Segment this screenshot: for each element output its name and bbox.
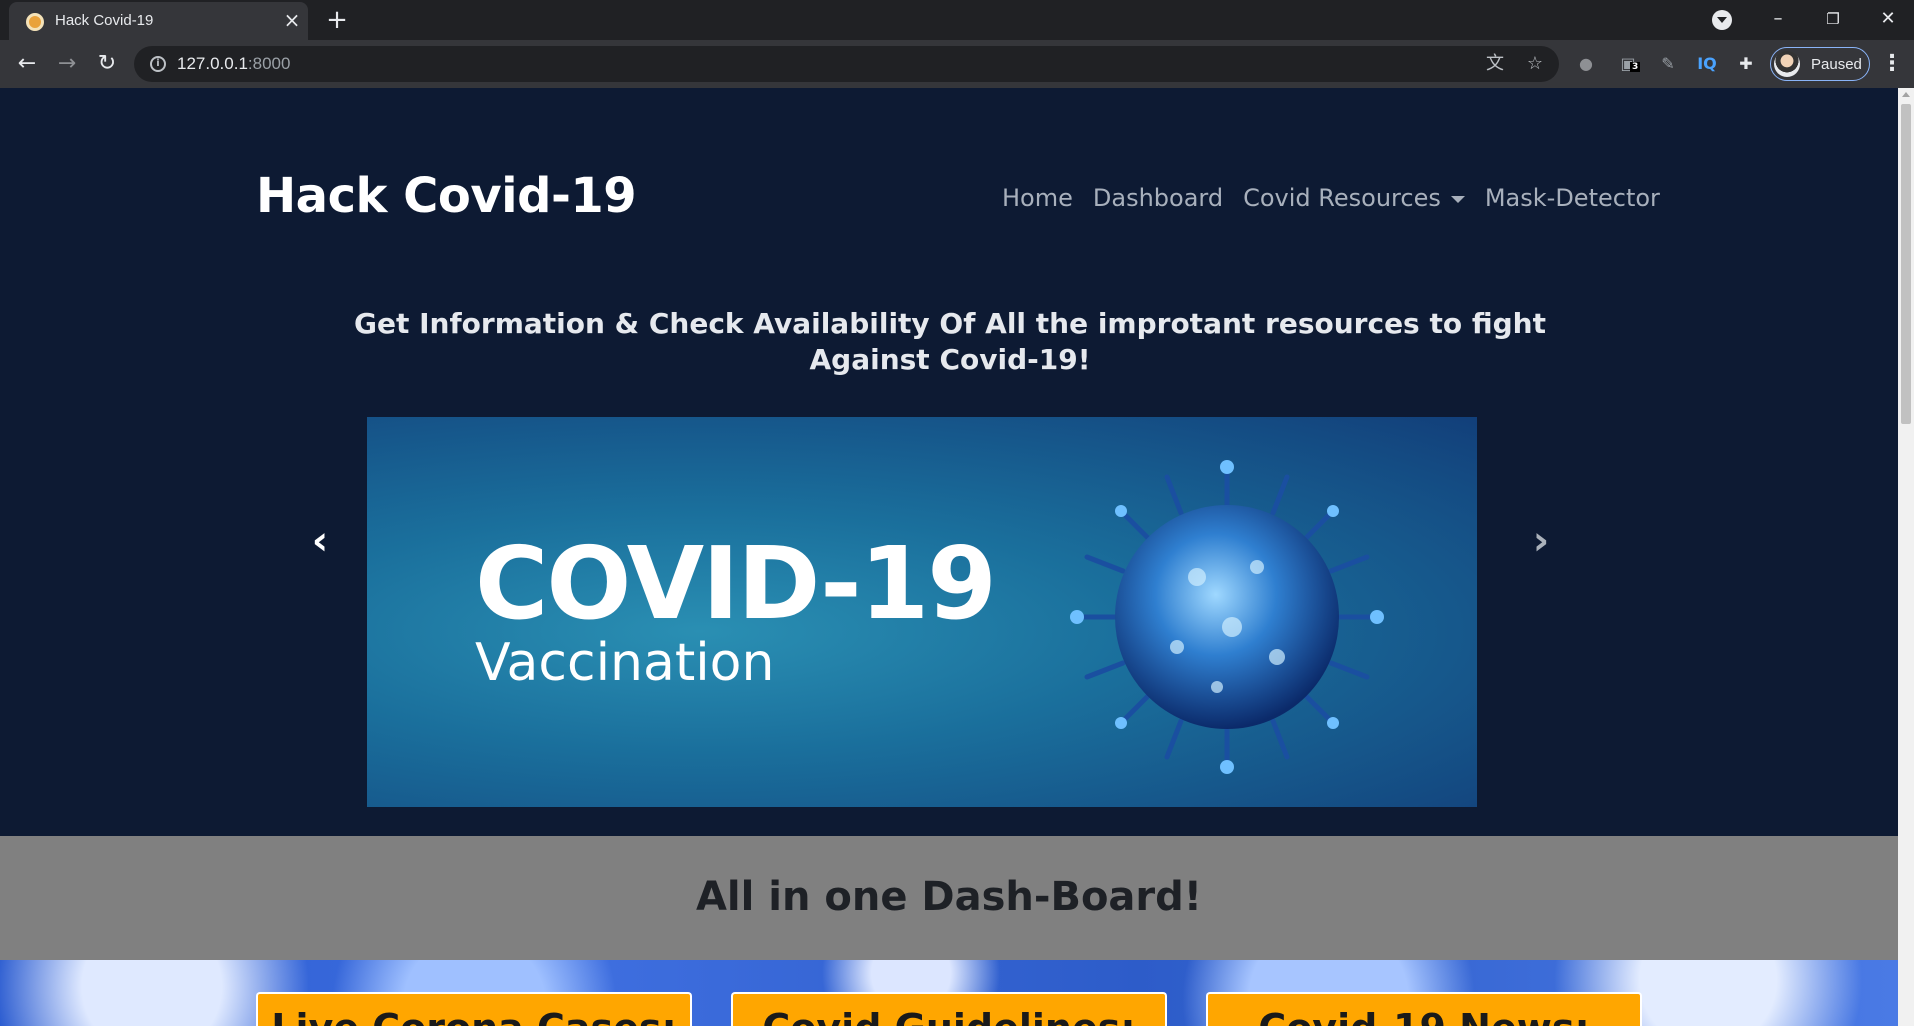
extension-iq-icon[interactable]: IQ: [1695, 52, 1719, 76]
card-live-corona-cases[interactable]: Live Corona Cases:: [256, 992, 692, 1026]
dashboard-section: All in one Dash-Board!: [0, 836, 1898, 960]
site-brand[interactable]: Hack Covid-19: [256, 168, 637, 224]
address-bar[interactable]: i 127.0.0.1:8000 文 ☆: [134, 46, 1559, 82]
card-label: Live Corona Cases:: [258, 1006, 690, 1026]
hero-headline: Get Information & Check Availability Of …: [354, 307, 1546, 376]
slide-subtitle: Vaccination: [475, 633, 775, 693]
nav-covid-resources-dropdown[interactable]: Covid Resources: [1243, 184, 1465, 214]
minimize-icon[interactable]: –: [1763, 6, 1793, 32]
carousel-prev-icon[interactable]: ‹: [300, 521, 340, 561]
browser-menu-icon[interactable]: ⋮: [1880, 50, 1904, 78]
bookmark-star-icon[interactable]: ☆: [1523, 52, 1547, 76]
browser-tab[interactable]: Hack Covid-19 ×: [9, 2, 308, 40]
nav-mask-detector[interactable]: Mask-Detector: [1485, 184, 1660, 214]
card-label: Covid Guidelines:: [733, 1006, 1165, 1026]
nav-home[interactable]: Home: [1002, 184, 1073, 214]
virus-icon: [1070, 460, 1384, 774]
dashboard-title: All in one Dash-Board!: [695, 874, 1203, 920]
nav-dashboard[interactable]: Dashboard: [1093, 184, 1223, 214]
site-favicon-icon: [26, 13, 44, 31]
extension-mouse-icon[interactable]: ●: [1574, 52, 1598, 76]
page-viewport: Hack Covid-19 Home Dashboard Covid Resou…: [0, 88, 1898, 1026]
scroll-up-icon[interactable]: [1902, 92, 1910, 97]
extension-pen-icon[interactable]: ✎: [1656, 52, 1680, 76]
chevron-down-icon: [1450, 195, 1465, 203]
card-covid-guidelines[interactable]: Covid Guidelines:: [731, 992, 1167, 1026]
main-nav: Home Dashboard Covid Resources Mask-Dete…: [1002, 184, 1660, 214]
card-label: Covid-19 News:: [1208, 1006, 1640, 1026]
avatar: [1774, 51, 1800, 77]
carousel-slide: COVID-19 Vaccination: [367, 417, 1477, 807]
site-info-icon[interactable]: i: [150, 56, 166, 72]
scroll-thumb[interactable]: [1901, 104, 1911, 424]
profile-status: Paused: [1811, 56, 1862, 73]
forward-icon[interactable]: →: [53, 50, 81, 78]
tab-strip: Hack Covid-19 × + – ❐ ✕: [0, 0, 1914, 40]
browser-toolbar: ← → ↻ i 127.0.0.1:8000 文 ☆ ● ▣ 3 ✎ IQ ✚ P…: [0, 40, 1914, 88]
extension-badge-icon[interactable]: ▣ 3: [1616, 52, 1641, 76]
slide-title: COVID-19: [475, 525, 997, 642]
restore-icon[interactable]: ❐: [1818, 6, 1848, 32]
new-tab-button[interactable]: +: [323, 6, 351, 34]
extensions-puzzle-icon[interactable]: ✚: [1734, 52, 1758, 76]
page-scrollbar[interactable]: [1898, 88, 1914, 1026]
back-icon[interactable]: ←: [13, 50, 41, 78]
carousel-next-icon[interactable]: ›: [1521, 521, 1561, 561]
tab-title: Hack Covid-19: [55, 12, 154, 29]
close-window-icon[interactable]: ✕: [1873, 6, 1903, 32]
tab-search-icon[interactable]: [1712, 10, 1732, 30]
card-covid-news[interactable]: Covid-19 News:: [1206, 992, 1642, 1026]
reload-icon[interactable]: ↻: [93, 50, 121, 78]
translate-icon[interactable]: 文: [1483, 52, 1507, 76]
profile-button[interactable]: Paused: [1770, 47, 1870, 81]
close-tab-icon[interactable]: ×: [281, 9, 303, 31]
url-text[interactable]: 127.0.0.1:8000: [177, 54, 290, 74]
